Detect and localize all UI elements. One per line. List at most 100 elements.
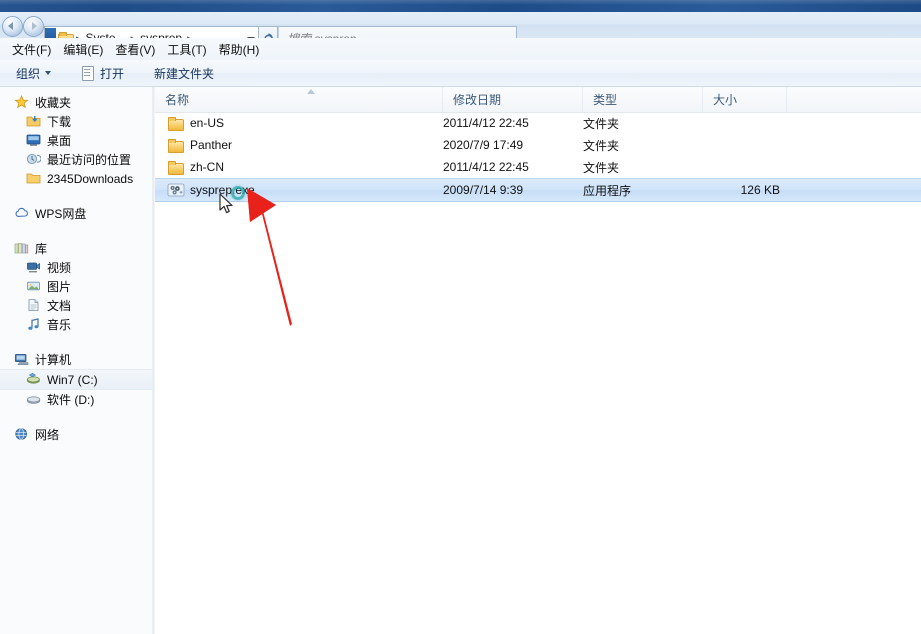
download-folder-icon [26, 114, 43, 129]
sidebar-item-music[interactable]: 音乐 [0, 315, 152, 334]
sidebar-item-wps-cloud[interactable]: WPS网盘 [0, 204, 152, 223]
sidebar-item-documents[interactable]: 文档 [0, 296, 152, 315]
sidebar-label: 音乐 [47, 318, 72, 332]
menu-file[interactable]: 文件(F) [6, 39, 57, 60]
new-folder-button[interactable]: 新建文件夹 [148, 62, 220, 85]
hard-drive-system-icon [26, 372, 43, 387]
column-size[interactable]: 大小 [703, 87, 787, 112]
nav-spacer-2 [0, 223, 152, 239]
menu-help[interactable]: 帮助(H) [213, 39, 266, 60]
column-date-modified[interactable]: 修改日期 [443, 87, 583, 112]
command-toolbar: 组织 打开 新建文件夹 [0, 60, 921, 87]
sidebar-label: 2345Downloads [47, 171, 134, 186]
file-name-cell: en-US [167, 116, 224, 131]
nav-spacer-3 [0, 334, 152, 350]
nav-group-network: 网络 [0, 425, 152, 444]
sidebar-label: 文档 [47, 299, 72, 313]
file-name-cell: sysprep.exe [167, 182, 255, 198]
window-title-bar [0, 0, 921, 12]
navigation-pane[interactable]: 收藏夹 下载 桌面 最近访问的位置 2345Downloads WPS网盘 库 … [0, 87, 152, 634]
nav-group-computer: 计算机 Win7 (C:) 软件 (D:) [0, 350, 152, 409]
table-row[interactable]: en-US 2011/4/12 22:45 文件夹 [155, 112, 921, 134]
nav-group-wps: WPS网盘 [0, 204, 152, 223]
nav-group-favorites: 收藏夹 下载 桌面 最近访问的位置 2345Downloads [0, 93, 152, 188]
sidebar-item-computer[interactable]: 计算机 [0, 350, 152, 369]
folder-icon [167, 116, 185, 131]
sidebar-item-desktop[interactable]: 桌面 [0, 131, 152, 150]
library-icon [14, 241, 31, 256]
file-date: 2020/7/9 17:49 [443, 138, 524, 152]
file-name: en-US [190, 116, 225, 130]
sidebar-label: 计算机 [35, 353, 72, 367]
sidebar-label: 库 [35, 242, 48, 256]
file-name: Panther [190, 138, 233, 152]
column-header-row: 名称 修改日期 类型 大小 [155, 87, 921, 113]
recent-places-icon [26, 152, 43, 167]
desktop-icon [26, 133, 43, 148]
pictures-icon [26, 279, 43, 294]
organize-label: 组织 [16, 66, 41, 81]
menu-edit[interactable]: 编辑(E) [57, 39, 109, 60]
explorer-window: ▸ Syste... ▸ sysprep ▸ 搜索 sysprep 文件(F) … [0, 0, 921, 634]
sidebar-label: 软件 (D:) [47, 393, 95, 407]
file-list-pane[interactable]: 名称 修改日期 类型 大小 en-US 2011/4/12 22:45 文件夹 … [155, 87, 921, 634]
forward-button[interactable] [23, 16, 44, 37]
star-icon [14, 94, 31, 110]
back-button[interactable] [2, 16, 23, 37]
new-folder-label: 新建文件夹 [154, 66, 215, 81]
organize-button[interactable]: 组织 [10, 62, 57, 85]
column-name[interactable]: 名称 [155, 87, 443, 112]
file-name-cell: Panther [167, 138, 232, 153]
file-name: sysprep.exe [190, 183, 255, 197]
cloud-icon [14, 206, 31, 221]
sidebar-label: WPS网盘 [35, 207, 87, 221]
computer-icon [14, 352, 31, 367]
open-label: 打开 [100, 66, 125, 81]
address-bar-row: ▸ Syste... ▸ sysprep ▸ 搜索 sysprep [0, 12, 921, 50]
file-date: 2009/7/14 9:39 [443, 183, 524, 197]
documents-icon [26, 298, 43, 313]
nav-spacer-1 [0, 188, 152, 204]
sidebar-item-network[interactable]: 网络 [0, 425, 152, 444]
folder-icon [167, 138, 185, 153]
folder-icon [167, 160, 185, 175]
sidebar-item-downloads[interactable]: 下载 [0, 112, 152, 131]
menu-view[interactable]: 查看(V) [109, 39, 161, 60]
sidebar-item-recent-places[interactable]: 最近访问的位置 [0, 150, 152, 169]
chevron-down-icon [45, 71, 52, 75]
sidebar-label: 收藏夹 [35, 96, 72, 110]
network-icon [14, 427, 31, 442]
sidebar-item-2345downloads[interactable]: 2345Downloads [0, 169, 152, 188]
table-row[interactable]: Panther 2020/7/9 17:49 文件夹 [155, 134, 921, 156]
file-type: 文件夹 [583, 160, 620, 175]
hard-drive-icon [26, 392, 43, 407]
file-type: 文件夹 [583, 138, 620, 153]
menu-tools[interactable]: 工具(T) [161, 39, 212, 60]
nav-spacer-4 [0, 409, 152, 425]
sidebar-item-favorites[interactable]: 收藏夹 [0, 93, 152, 112]
menu-bar: 文件(F) 编辑(E) 查看(V) 工具(T) 帮助(H) [0, 38, 921, 60]
column-type[interactable]: 类型 [583, 87, 703, 112]
sidebar-label: 桌面 [47, 134, 72, 148]
sidebar-item-software-d[interactable]: 软件 (D:) [0, 390, 152, 409]
sidebar-label: 最近访问的位置 [47, 153, 132, 167]
sidebar-label: 图片 [47, 280, 72, 294]
sidebar-item-win7-c[interactable]: Win7 (C:) [0, 369, 152, 390]
open-button[interactable]: 打开 [75, 62, 130, 85]
music-icon [26, 317, 43, 332]
folder-icon [26, 171, 43, 186]
sidebar-label: 网络 [35, 428, 60, 442]
table-row-selected[interactable]: sysprep.exe 2009/7/14 9:39 应用程序 126 KB [155, 178, 921, 202]
sidebar-item-videos[interactable]: 视频 [0, 258, 152, 277]
file-name-cell: zh-CN [167, 160, 224, 175]
open-file-icon [81, 65, 95, 81]
sidebar-item-pictures[interactable]: 图片 [0, 277, 152, 296]
file-type: 应用程序 [583, 183, 632, 198]
sysprep-exe-icon [167, 182, 185, 198]
sidebar-label: 视频 [47, 261, 72, 275]
file-type: 文件夹 [583, 116, 620, 131]
sidebar-item-libraries[interactable]: 库 [0, 239, 152, 258]
table-row[interactable]: zh-CN 2011/4/12 22:45 文件夹 [155, 156, 921, 178]
file-name: zh-CN [190, 160, 225, 174]
file-date: 2011/4/12 22:45 [443, 160, 529, 174]
